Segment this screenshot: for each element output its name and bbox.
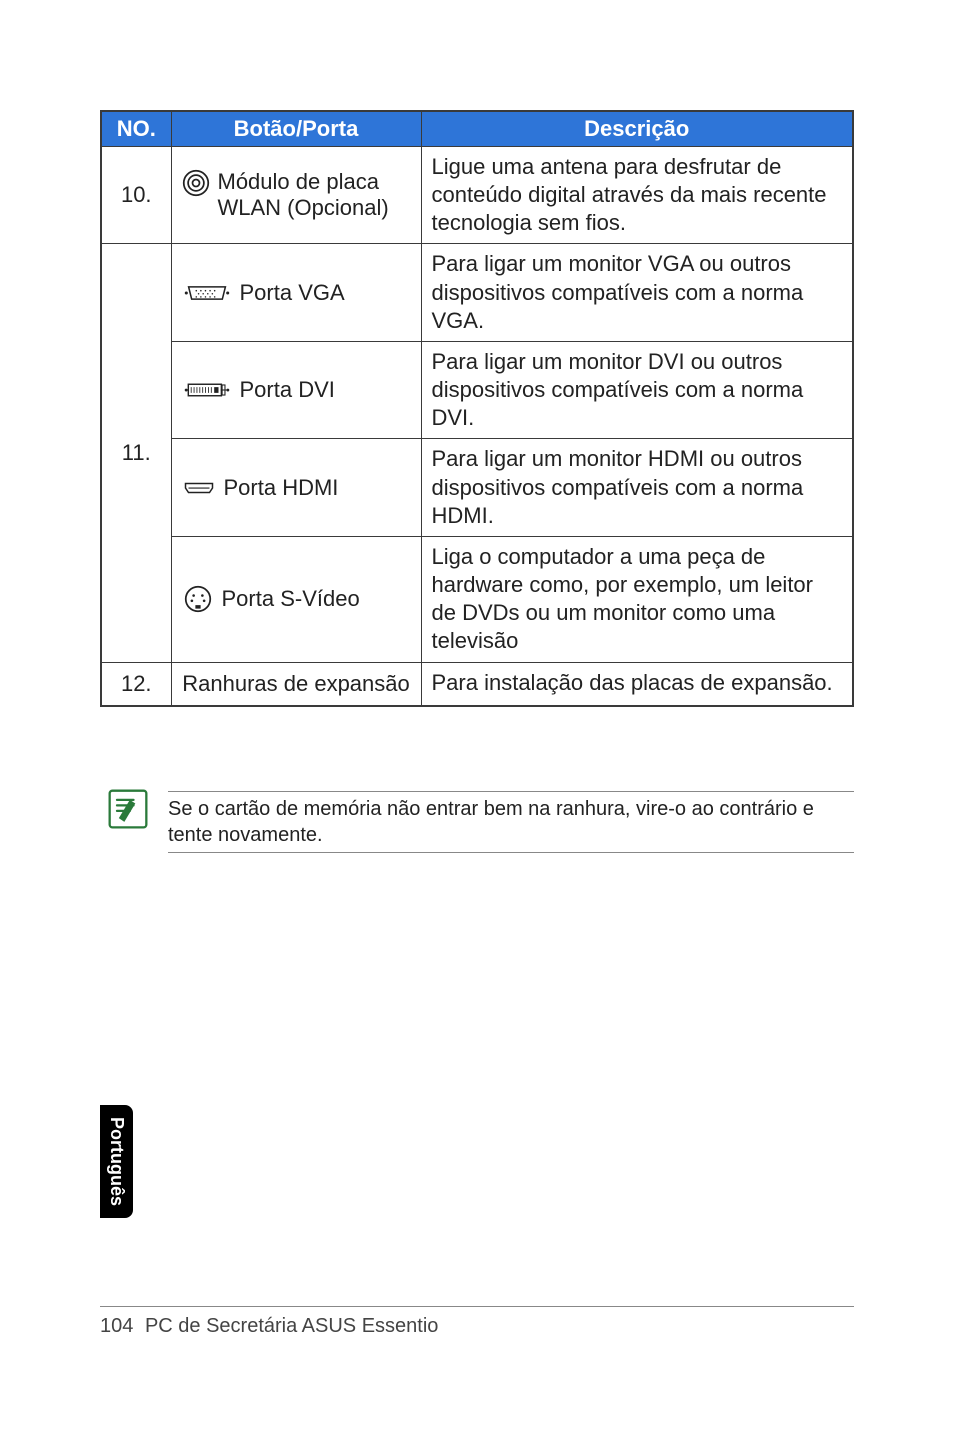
row-bp: Porta DVI bbox=[171, 341, 421, 438]
row-desc: Liga o computador a uma peça de hardware… bbox=[421, 536, 853, 662]
row-desc: Ligue uma antena para desfrutar de conte… bbox=[421, 147, 853, 244]
table-row: Porta HDMI Para ligar um monitor HDMI ou… bbox=[101, 439, 853, 536]
row-desc: Para instalação das placas de expansão. bbox=[421, 662, 853, 706]
row-desc: Para ligar um monitor DVI ou outros disp… bbox=[421, 341, 853, 438]
row-bp: Porta VGA bbox=[171, 244, 421, 341]
divider bbox=[168, 791, 854, 792]
table-row: 11. bbox=[101, 244, 853, 341]
row-bp: Módulo de placa WLAN (Opcional) bbox=[171, 147, 421, 244]
col-header-desc: Descrição bbox=[421, 111, 853, 147]
col-header-bp: Botão/Porta bbox=[171, 111, 421, 147]
row-desc: Para ligar um monitor VGA ou outros disp… bbox=[421, 244, 853, 341]
row-bp-label: Ranhuras de expansão bbox=[171, 662, 421, 706]
row-bp-label: Porta HDMI bbox=[224, 475, 339, 501]
row-bp-label: Porta DVI bbox=[240, 377, 335, 403]
note-text: Se o cartão de memória não entrar bem na… bbox=[168, 796, 854, 848]
table-row: Porta DVI Para ligar um monitor DVI ou o… bbox=[101, 341, 853, 438]
page-number: 104 bbox=[100, 1315, 133, 1338]
note-content: Se o cartão de memória não entrar bem na… bbox=[168, 787, 854, 857]
table-header-row: NO. Botão/Porta Descrição bbox=[101, 111, 853, 147]
document-page: NO. Botão/Porta Descrição 10. bbox=[0, 0, 954, 1438]
row-bp: Porta S-Vídeo bbox=[171, 536, 421, 662]
antenna-icon bbox=[182, 169, 210, 197]
dvi-icon bbox=[184, 380, 230, 400]
ports-table: NO. Botão/Porta Descrição 10. bbox=[100, 110, 854, 707]
row-desc: Para ligar um monitor HDMI ou outros dis… bbox=[421, 439, 853, 536]
col-header-no: NO. bbox=[101, 111, 171, 147]
row-no: 11. bbox=[101, 244, 171, 662]
footer-title: PC de Secretária ASUS Essentio bbox=[145, 1315, 438, 1337]
table-row: 10. Módulo de placa WLAN (Opcional) bbox=[101, 147, 853, 244]
row-no: 10. bbox=[101, 147, 171, 244]
hdmi-icon bbox=[184, 482, 214, 494]
note-icon bbox=[106, 787, 150, 831]
row-no: 12. bbox=[101, 662, 171, 706]
row-bp: Porta HDMI bbox=[171, 439, 421, 536]
vga-icon bbox=[184, 283, 230, 303]
note-block: Se o cartão de memória não entrar bem na… bbox=[100, 787, 854, 857]
row-bp-label: Módulo de placa WLAN (Opcional) bbox=[218, 169, 415, 221]
row-bp-label: Porta VGA bbox=[240, 280, 345, 306]
svideo-icon bbox=[184, 585, 212, 613]
table-row: 12. Ranhuras de expansão Para instalação… bbox=[101, 662, 853, 706]
table-row: Porta S-Vídeo Liga o computador a uma pe… bbox=[101, 536, 853, 662]
divider bbox=[168, 852, 854, 853]
row-bp-label: Porta S-Vídeo bbox=[222, 586, 360, 612]
page-footer: 104 PC de Secretária ASUS Essentio bbox=[100, 1306, 854, 1338]
language-tab: Português bbox=[100, 1105, 133, 1218]
